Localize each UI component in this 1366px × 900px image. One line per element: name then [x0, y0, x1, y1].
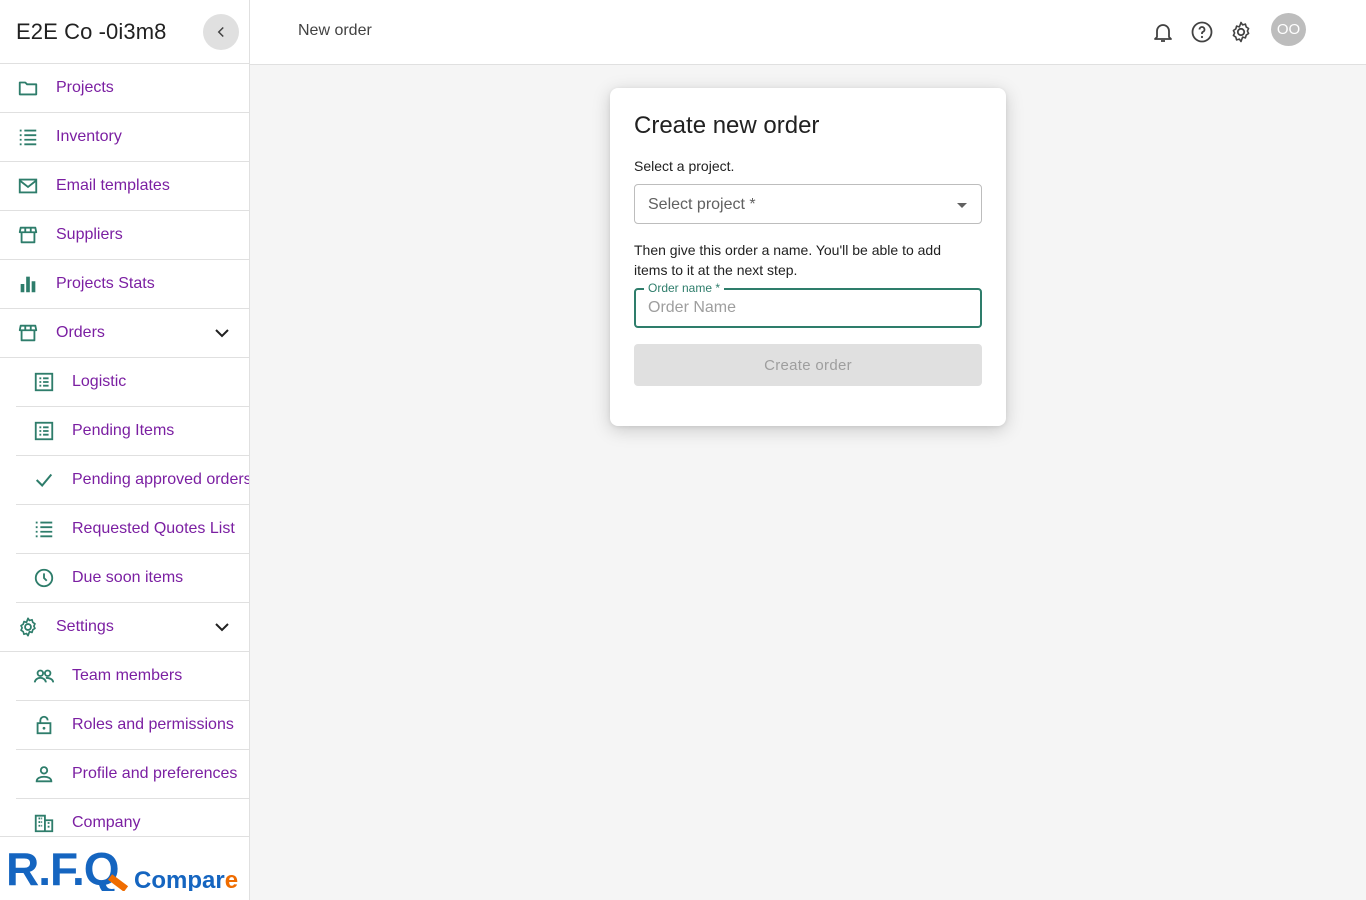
- dropdown-arrow-icon: [957, 203, 967, 208]
- bell-icon[interactable]: [1151, 20, 1175, 44]
- chevron-down-icon: [215, 623, 229, 632]
- lock-icon: [32, 713, 56, 737]
- svg-text:Compare: Compare: [134, 867, 238, 891]
- sidebar-item-label: Company: [72, 814, 141, 831]
- store-icon: [16, 321, 40, 345]
- sidebar-item-label: Roles and permissions: [72, 716, 234, 733]
- sidebar-item-label: Pending approved orders: [72, 471, 250, 488]
- list-icon: [16, 125, 40, 149]
- card-title: Create new order: [634, 112, 820, 139]
- sidebar-item-label: Projects Stats: [56, 275, 155, 292]
- receipt-icon: [32, 419, 56, 443]
- sidebar-item-email-templates[interactable]: Email templates: [0, 162, 249, 211]
- list-icon: [32, 517, 56, 541]
- sidebar-item-projects[interactable]: Projects: [0, 64, 249, 113]
- collapse-sidebar-button[interactable]: [203, 14, 239, 50]
- sidebar-header: E2E Co -0i3m8: [0, 0, 249, 64]
- sidebar-item-label: Orders: [56, 324, 105, 341]
- gear-icon: [16, 615, 40, 639]
- create-order-button[interactable]: Create order: [634, 344, 982, 386]
- mail-icon: [16, 174, 40, 198]
- sidebar-item-suppliers[interactable]: Suppliers: [0, 211, 249, 260]
- sidebar-item-requested-quotes-list[interactable]: Requested Quotes List: [16, 505, 249, 554]
- gear-icon[interactable]: [1229, 20, 1253, 44]
- sidebar-item-projects-stats[interactable]: Projects Stats: [0, 260, 249, 309]
- check-icon: [32, 468, 56, 492]
- people-icon: [32, 664, 56, 688]
- order-name-help-text: Then give this order a name. You'll be a…: [634, 242, 941, 278]
- sidebar-item-label: Logistic: [72, 373, 127, 390]
- create-order-card: Create new order Select a project. Selec…: [610, 88, 1006, 426]
- clock-icon: [32, 566, 56, 590]
- sidebar-item-label: Team members: [72, 667, 183, 684]
- chevron-left-icon: [217, 26, 224, 38]
- sidebar-item-logistic[interactable]: Logistic: [16, 358, 249, 407]
- project-select-placeholder: Select project *: [648, 196, 756, 213]
- sidebar-item-label: Email templates: [56, 177, 170, 194]
- sidebar-item-profile-and-preferences[interactable]: Profile and preferences: [16, 750, 249, 799]
- sidebar-item-pending-items[interactable]: Pending Items: [16, 407, 249, 456]
- sidebar-item-label: Projects: [56, 79, 114, 96]
- sidebar-item-team-members[interactable]: Team members: [16, 652, 249, 701]
- person-icon: [32, 762, 56, 786]
- receipt-icon: [32, 370, 56, 394]
- breadcrumb: New order: [298, 22, 372, 39]
- sidebar-item-label: Due soon items: [72, 569, 184, 586]
- help-icon[interactable]: [1190, 20, 1214, 44]
- order-name-input[interactable]: [648, 298, 968, 318]
- project-help-text: Select a project.: [634, 158, 735, 174]
- chevron-down-icon: [215, 329, 229, 338]
- order-name-label: Order name *: [644, 281, 725, 295]
- company-name: E2E Co -0i3m8: [16, 18, 167, 44]
- sidebar-item-label: Requested Quotes List: [72, 520, 235, 537]
- sidebar-item-label: Profile and preferences: [72, 765, 238, 782]
- sidebar-item-label: Inventory: [56, 128, 122, 145]
- sidebar-item-orders[interactable]: Orders: [0, 309, 249, 358]
- store-icon: [16, 223, 40, 247]
- order-name-field[interactable]: Order name *: [634, 281, 982, 328]
- avatar[interactable]: OO: [1271, 13, 1306, 46]
- folder-icon: [16, 76, 40, 100]
- sidebar-item-settings[interactable]: Settings: [0, 603, 249, 652]
- svg-text:R.F.Q: R.F.Q: [6, 847, 119, 891]
- sidebar-footer: R.F.Q Compare: [0, 836, 249, 900]
- top-bar: New order OO: [250, 0, 1366, 65]
- sidebar-item-label: Pending Items: [72, 422, 175, 439]
- sidebar-item-label: Settings: [56, 618, 114, 635]
- sidebar: E2E Co -0i3m8 Projects Inventory Email t…: [0, 0, 250, 900]
- bar-chart-icon: [16, 272, 40, 296]
- sidebar-item-pending-approved-orders[interactable]: Pending approved orders: [16, 456, 249, 505]
- building-icon: [32, 811, 56, 835]
- sidebar-item-inventory[interactable]: Inventory: [0, 113, 249, 162]
- sidebar-item-roles-and-permissions[interactable]: Roles and permissions: [16, 701, 249, 750]
- project-select[interactable]: Select project *: [634, 184, 982, 224]
- rfq-compare-logo: R.F.Q Compare: [6, 847, 238, 891]
- sidebar-item-due-soon-items[interactable]: Due soon items: [16, 554, 249, 603]
- sidebar-item-label: Suppliers: [56, 226, 123, 243]
